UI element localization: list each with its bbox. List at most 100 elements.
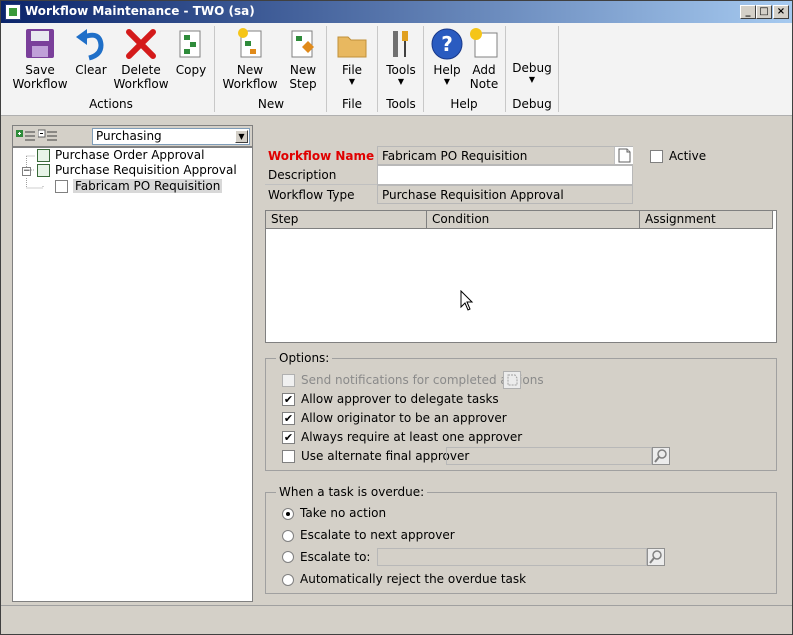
workflow-icon: [55, 180, 68, 193]
chevron-down-icon: ▼: [528, 75, 536, 84]
workflow-name-field[interactable]: Fabricam PO Requisition: [377, 146, 633, 165]
description-field[interactable]: [377, 165, 633, 185]
alternate-approver-field: [446, 447, 652, 465]
window-title: Workflow Maintenance - TWO (sa): [25, 4, 255, 18]
new-step-label: New Step: [289, 63, 317, 91]
allow-originator-label: Allow originator to be an approver: [301, 411, 507, 425]
tree-item-fabricam-po-requisition[interactable]: Fabricam PO Requisition: [55, 179, 223, 194]
take-no-action-radio[interactable]: [282, 508, 294, 520]
svg-text:?: ?: [441, 32, 453, 56]
new-workflow-icon: [233, 27, 267, 61]
help-question-icon: ?: [430, 27, 464, 61]
workflow-steps-grid[interactable]: Step Condition Assignment: [265, 210, 777, 343]
always-require-label: Always require at least one approver: [301, 430, 523, 444]
save-workflow-label: Save Workflow: [12, 63, 68, 91]
save-icon: [23, 27, 57, 61]
copy-workflow-icon: [174, 27, 208, 61]
group-separator: [423, 26, 424, 112]
allow-delegate-checkbox[interactable]: ✔: [282, 393, 295, 406]
column-header-step[interactable]: Step: [266, 211, 427, 229]
maximize-button[interactable]: □: [756, 5, 772, 19]
escalate-next-radio[interactable]: [282, 530, 294, 542]
send-notifications-checkbox: [282, 374, 295, 387]
minimize-button[interactable]: _: [740, 5, 756, 19]
delete-workflow-button[interactable]: Delete Workflow: [112, 27, 170, 91]
copy-label: Copy: [175, 63, 207, 77]
new-workflow-label: New Workflow: [222, 63, 278, 91]
help-label: Help: [433, 63, 461, 77]
file-menu-button[interactable]: File ▼: [332, 27, 372, 87]
chevron-down-icon: ▼: [397, 77, 405, 86]
group-separator: [214, 26, 215, 112]
help-menu-button[interactable]: ? Help ▼: [428, 27, 466, 87]
notification-settings-icon: [503, 371, 521, 389]
workflow-maintenance-window: Workflow Maintenance - TWO (sa) _ □ × Sa…: [0, 0, 793, 635]
help-group-label: Help: [450, 97, 478, 111]
alternate-final-approver-label: Use alternate final approver: [301, 449, 470, 463]
app-icon: [5, 4, 21, 20]
workflow-name-label: Workflow Name: [268, 149, 375, 163]
tools-group-label: Tools: [386, 97, 416, 111]
tools-menu-button[interactable]: Tools ▼: [382, 27, 420, 87]
undo-arrow-icon: [74, 27, 108, 61]
alternate-final-approver-checkbox[interactable]: [282, 450, 295, 463]
tree-item-purchase-order-approval[interactable]: Purchase Order Approval: [37, 148, 204, 163]
lookup-magnifier-icon: [652, 447, 670, 465]
new-group-label: New: [257, 97, 285, 111]
workflow-type-label: Workflow Type: [268, 188, 355, 202]
lookup-magnifier-icon: [647, 548, 665, 566]
workflow-tree-panel: Purchasing ▼ Purchase Order Approval − P…: [12, 125, 253, 602]
workflow-type-icon: [37, 164, 50, 177]
escalate-next-label: Escalate to next approver: [300, 528, 455, 542]
file-label: File: [341, 63, 363, 77]
tree-item-label: Purchase Order Approval: [55, 148, 205, 162]
workflow-tree: Purchase Order Approval − Purchase Requi…: [12, 147, 253, 602]
expand-all-icon[interactable]: [16, 129, 36, 146]
collapse-node-icon[interactable]: −: [22, 167, 31, 176]
group-separator: [558, 26, 559, 112]
tree-item-label: Purchase Requisition Approval: [55, 163, 237, 177]
delete-x-icon: [124, 27, 158, 61]
close-button[interactable]: ×: [773, 5, 789, 19]
allow-originator-checkbox[interactable]: ✔: [282, 412, 295, 425]
debug-menu-button[interactable]: Debug ▼: [510, 61, 554, 85]
allow-delegate-label: Allow approver to delegate tasks: [301, 392, 499, 406]
new-step-icon: [286, 27, 320, 61]
description-label: Description: [265, 166, 377, 185]
add-note-button[interactable]: Add Note: [466, 27, 502, 91]
escalate-to-radio[interactable]: [282, 551, 294, 563]
tree-item-purchase-requisition-approval[interactable]: Purchase Requisition Approval: [37, 163, 237, 178]
status-bar: [1, 605, 792, 634]
tree-item-label-selected: Fabricam PO Requisition: [73, 179, 223, 193]
save-workflow-button[interactable]: Save Workflow: [10, 27, 70, 91]
collapse-all-icon[interactable]: [37, 129, 58, 146]
category-value: Purchasing: [96, 129, 162, 143]
new-step-button[interactable]: New Step: [283, 27, 323, 91]
delete-workflow-label: Delete Workflow: [113, 63, 169, 91]
chevron-down-icon: ▼: [348, 77, 356, 86]
auto-reject-radio[interactable]: [282, 574, 294, 586]
auto-reject-label: Automatically reject the overdue task: [300, 572, 527, 586]
debug-label: Debug: [512, 61, 552, 75]
folder-icon: [335, 27, 369, 61]
note-icon[interactable]: [614, 147, 633, 164]
options-title: Options:: [276, 351, 333, 365]
copy-button[interactable]: Copy: [171, 27, 211, 77]
mouse-cursor-icon: [460, 290, 474, 311]
new-workflow-button[interactable]: New Workflow: [220, 27, 280, 91]
column-header-assignment[interactable]: Assignment: [640, 211, 773, 229]
clear-button[interactable]: Clear: [71, 27, 111, 77]
tree-header: Purchasing ▼: [12, 125, 253, 147]
debug-group-label: Debug: [512, 97, 552, 111]
group-separator: [326, 26, 327, 112]
category-select[interactable]: Purchasing ▼: [92, 128, 250, 145]
workflow-type-field: Purchase Requisition Approval: [377, 185, 633, 204]
escalate-to-field: [377, 548, 647, 566]
chevron-down-icon[interactable]: ▼: [235, 130, 248, 143]
active-checkbox[interactable]: [650, 150, 663, 163]
tools-icon: [384, 27, 418, 61]
column-header-condition[interactable]: Condition: [427, 211, 640, 229]
clear-label: Clear: [75, 63, 107, 77]
group-separator: [505, 26, 506, 112]
always-require-checkbox[interactable]: ✔: [282, 431, 295, 444]
